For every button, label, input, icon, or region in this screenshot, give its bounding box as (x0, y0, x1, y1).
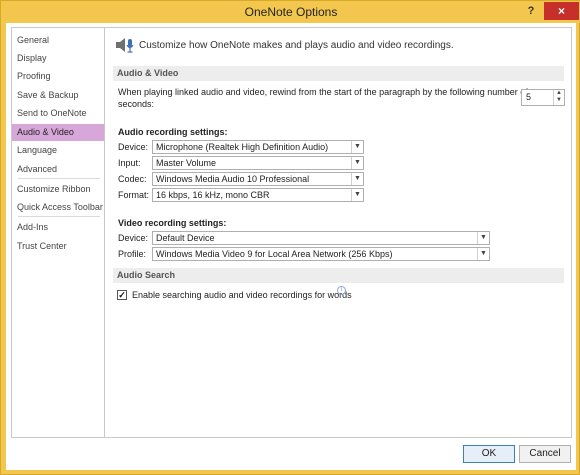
video-device-label: Device: (118, 233, 149, 243)
audio-input-select[interactable]: Master Volume ▼ (152, 156, 364, 170)
close-button[interactable]: × (544, 2, 579, 20)
sidebar-item-customize-ribbon[interactable]: Customize Ribbon (12, 181, 104, 198)
enable-audio-search-label[interactable]: Enable searching audio and video recordi… (132, 290, 352, 300)
video-device-select[interactable]: Default Device ▼ (152, 231, 490, 245)
audio-codec-label: Codec: (118, 174, 147, 184)
intro-row: Customize how OneNote makes and plays au… (114, 34, 454, 56)
audio-device-value: Microphone (Realtek High Definition Audi… (156, 142, 329, 152)
video-device-value: Default Device (156, 233, 215, 243)
audio-device-select[interactable]: Microphone (Realtek High Definition Audi… (152, 140, 364, 154)
audio-format-select[interactable]: 16 kbps, 16 kHz, mono CBR ▼ (152, 188, 364, 202)
sidebar-item-general[interactable]: General (12, 32, 104, 49)
sidebar-item-language[interactable]: Language (12, 142, 104, 159)
video-profile-value: Windows Media Video 9 for Local Area Net… (156, 249, 393, 259)
options-sidebar: General Display Proofing Save & Backup S… (11, 27, 105, 438)
audio-recording-heading: Audio recording settings: (118, 127, 228, 137)
chevron-down-icon[interactable]: ▼ (477, 232, 489, 244)
rewind-description-line-1: When playing linked audio and video, rew… (118, 87, 528, 97)
audio-video-settings-panel: Customize how OneNote makes and plays au… (105, 27, 572, 438)
cancel-button[interactable]: Cancel (519, 445, 571, 463)
title-bar[interactable]: OneNote Options ? × (1, 1, 580, 23)
ok-button[interactable]: OK (463, 445, 515, 463)
page-description: Customize how OneNote makes and plays au… (139, 39, 454, 51)
chevron-down-icon[interactable]: ▼ (351, 157, 363, 169)
sidebar-item-audio-video[interactable]: Audio & Video (12, 124, 104, 141)
audio-input-label: Input: (118, 158, 141, 168)
video-profile-label: Profile: (118, 249, 147, 259)
video-recording-heading: Video recording settings: (118, 218, 227, 228)
decrement-arrow-icon[interactable]: ▼ (554, 97, 564, 104)
sidebar-divider (18, 216, 100, 217)
dialog-client-area: General Display Proofing Save & Backup S… (6, 23, 576, 470)
audio-codec-value: Windows Media Audio 10 Professional (156, 174, 310, 184)
sidebar-item-save-backup[interactable]: Save & Backup (12, 87, 104, 104)
sidebar-item-trust-center[interactable]: Trust Center (12, 238, 104, 255)
rewind-seconds-value: 5 (526, 92, 532, 102)
chevron-down-icon[interactable]: ▼ (351, 173, 363, 185)
stepper-buttons: ▲ ▼ (553, 90, 564, 105)
audio-format-value: 16 kbps, 16 kHz, mono CBR (156, 190, 270, 200)
enable-audio-search-checkbox[interactable]: ✓ (117, 290, 127, 300)
sidebar-item-send-to-onenote[interactable]: Send to OneNote (12, 105, 104, 122)
audio-input-value: Master Volume (156, 158, 217, 168)
rewind-seconds-stepper[interactable]: 5 ▲ ▼ (521, 89, 565, 106)
chevron-down-icon[interactable]: ▼ (351, 141, 363, 153)
increment-arrow-icon[interactable]: ▲ (554, 90, 564, 97)
help-button[interactable]: ? (522, 2, 540, 20)
sidebar-item-proofing[interactable]: Proofing (12, 68, 104, 85)
chevron-down-icon[interactable]: ▼ (477, 248, 489, 260)
info-icon: i (337, 286, 346, 295)
sidebar-item-quick-access-toolbar[interactable]: Quick Access Toolbar (12, 199, 104, 216)
audio-format-label: Format: (118, 190, 150, 200)
section-header-audio-video: Audio & Video (113, 66, 564, 81)
window-title: OneNote Options (244, 5, 338, 19)
sidebar-divider (18, 178, 100, 179)
video-profile-select[interactable]: Windows Media Video 9 for Local Area Net… (152, 247, 490, 261)
section-header-audio-search: Audio Search (113, 268, 564, 283)
rewind-description-line-2: seconds: (118, 99, 155, 109)
sidebar-item-add-ins[interactable]: Add-Ins (12, 219, 104, 236)
audio-codec-select[interactable]: Windows Media Audio 10 Professional ▼ (152, 172, 364, 186)
sidebar-item-display[interactable]: Display (12, 50, 104, 67)
speaker-microphone-icon (116, 38, 134, 53)
onenote-options-dialog: OneNote Options ? × General Display Proo… (0, 0, 580, 475)
audio-device-label: Device: (118, 142, 149, 152)
sidebar-item-advanced[interactable]: Advanced (12, 161, 104, 178)
chevron-down-icon[interactable]: ▼ (351, 189, 363, 201)
